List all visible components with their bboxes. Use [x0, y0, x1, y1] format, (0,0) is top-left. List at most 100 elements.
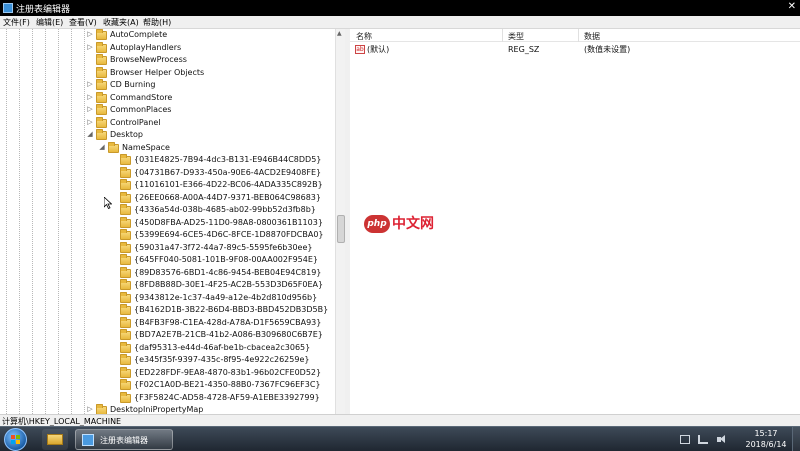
tree-guide-line — [84, 29, 85, 414]
mouse-cursor-icon — [103, 196, 113, 211]
folder-open-icon — [108, 141, 119, 153]
regedit-app-icon — [3, 3, 13, 13]
folder-icon — [120, 166, 131, 178]
tree-node-label: {ED228FDF-9EA8-4870-83b1-96b02CFE0D52} — [134, 367, 322, 377]
folder-icon — [120, 341, 131, 353]
tree-node-label: {F3F5824C-AD58-4728-AF59-A1EBE3392799} — [134, 392, 320, 402]
watermark-badge: php — [364, 215, 390, 233]
collapse-arrow-icon[interactable]: ◢ — [98, 143, 106, 151]
taskbar-regedit-button[interactable]: 注册表编辑器 — [75, 429, 173, 450]
folder-icon — [120, 354, 131, 365]
folder-icon — [96, 79, 107, 90]
taskbar-app-label: 注册表编辑器 — [100, 436, 148, 445]
show-desktop-button[interactable] — [792, 427, 800, 451]
folder-icon — [96, 54, 107, 65]
status-bar: 计算机\HKEY_LOCAL_MACHINE — [0, 414, 800, 426]
title-bar: 注册表编辑器 ✕ — [0, 0, 800, 16]
expand-arrow-icon[interactable]: ▷ — [86, 93, 94, 101]
registry-tree[interactable]: ▷ AutoComplete ▷ AutoplayHandlers BrowseNe… — [0, 29, 345, 414]
tree-guide-line — [19, 29, 20, 414]
folder-icon — [120, 316, 131, 328]
menu-favorites[interactable]: 收藏夹(A) — [103, 17, 139, 28]
tree-node-label: {e345f35f-9397-435c-8f95-4e922c26259e} — [134, 355, 310, 364]
value-name: (默认) — [367, 45, 390, 54]
volume-icon[interactable] — [717, 435, 727, 444]
tree-node-label: {B4FB3F98-C1EA-428d-A78A-D1F5659CBA93} — [134, 317, 322, 327]
start-button[interactable] — [4, 428, 27, 451]
explorer-folder-icon — [47, 434, 63, 445]
menu-bar: 文件(F) 编辑(E) 查看(V) 收藏夹(A) 帮助(H) — [0, 16, 800, 29]
expand-arrow-icon[interactable]: ▷ — [86, 105, 94, 113]
column-header-data[interactable]: 数据 — [584, 31, 600, 42]
tree-node-label: {daf95313-e44d-46af-be1b-cbacea2c3065} — [134, 342, 311, 352]
expand-arrow-icon[interactable]: ▷ — [86, 118, 94, 126]
collapse-arrow-icon[interactable]: ◢ — [86, 130, 94, 138]
taskbar: 注册表编辑器 15:17 2018/6/14 — [0, 426, 800, 451]
tree-node-label: {59031a47-3f72-44a7-89c5-5595fe6b30ee} — [134, 242, 313, 252]
folder-icon — [120, 266, 131, 278]
list-headers: 名称 类型 数据 — [350, 29, 800, 42]
tree-node-label: {B4162D1B-3B22-B6D4-BBD3-BBD452DB3D5B} — [134, 305, 329, 314]
tree-guide-line — [45, 29, 46, 414]
folder-icon — [120, 366, 131, 378]
column-header-name[interactable]: 名称 — [356, 31, 372, 42]
tree-guide-line — [71, 29, 72, 414]
tree-node-label: {645FF040-5081-101B-9F08-00AA002F954E} — [134, 255, 318, 264]
folder-icon — [96, 66, 107, 78]
network-icon[interactable] — [698, 435, 708, 444]
folder-icon — [96, 91, 107, 103]
tree-node-label: {031E4825-7B94-4dc3-B131-E946B44C8DD5} — [134, 155, 322, 164]
tree-node-label: {450D8FBA-AD25-11D0-98A8-0800361B1103} — [134, 217, 323, 227]
folder-icon — [120, 204, 131, 215]
tree-guide-line — [6, 29, 7, 414]
clock-date[interactable]: 2018/6/14 — [745, 440, 787, 449]
folder-icon — [120, 154, 131, 165]
expand-arrow-icon[interactable]: ▷ — [86, 43, 94, 51]
folder-icon — [96, 116, 107, 128]
windows-logo-icon — [11, 435, 21, 445]
scrollbar-thumb[interactable] — [337, 215, 345, 243]
expand-arrow-icon[interactable]: ▷ — [86, 80, 94, 88]
column-header-type[interactable]: 类型 — [508, 31, 524, 42]
folder-icon — [120, 241, 131, 253]
folder-icon — [120, 229, 131, 240]
folder-icon — [120, 291, 131, 303]
column-divider[interactable] — [578, 29, 579, 42]
menu-help[interactable]: 帮助(H) — [143, 17, 171, 28]
scroll-up-icon[interactable]: ▲ — [337, 30, 342, 37]
window-title: 注册表编辑器 — [16, 5, 71, 15]
folder-icon — [120, 179, 131, 190]
expand-arrow-icon[interactable]: ▷ — [86, 405, 94, 413]
value-row[interactable]: ab (默认) REG_SZ (数值未设置) — [350, 44, 800, 56]
taskbar-explorer-button[interactable] — [42, 429, 68, 450]
folder-icon — [96, 104, 107, 115]
action-center-icon[interactable] — [680, 435, 690, 444]
tree-node-label: {11016101-E366-4D22-BC06-4ADA335C892B} — [134, 180, 323, 189]
value-type: REG_SZ — [508, 45, 540, 54]
clock-time[interactable]: 15:17 — [745, 429, 787, 438]
tree-scrollbar[interactable]: ▲ — [335, 29, 345, 414]
value-data: (数值未设置) — [584, 45, 631, 54]
folder-icon — [120, 379, 131, 390]
menu-edit[interactable]: 编辑(E) — [36, 17, 63, 28]
folder-icon — [120, 329, 131, 340]
menu-file[interactable]: 文件(F) — [3, 17, 30, 28]
tree-node-label: {26EE0668-A00A-44D7-9371-BEB064C98683} — [134, 192, 321, 202]
column-divider[interactable] — [502, 29, 503, 42]
tree-node-label: {4336a54d-038b-4685-ab02-99bb52d3fb8b} — [134, 205, 316, 214]
string-value-icon: ab — [355, 45, 365, 54]
close-window-button[interactable]: ✕ — [756, 1, 796, 15]
folder-icon — [120, 391, 131, 403]
folder-icon — [120, 254, 131, 265]
tree-node-label: {04731B67-D933-450a-90E6-4ACD2E9408FE} — [134, 167, 322, 177]
tree-node-label: {8FD8B88D-30E1-4F25-AC2B-553D3D65F0EA} — [134, 280, 324, 289]
regedit-icon — [82, 434, 94, 446]
folder-icon — [120, 191, 131, 203]
tree-node-label: {5399E694-6CE5-4D6C-8FCE-1D8870FDCBA0} — [134, 230, 324, 239]
folder-icon — [120, 216, 131, 228]
folder-open-icon — [96, 129, 107, 140]
menu-view[interactable]: 查看(V) — [69, 17, 97, 28]
folder-icon — [96, 404, 107, 414]
expand-arrow-icon[interactable]: ▷ — [86, 30, 94, 38]
tree-guide-line — [32, 29, 33, 414]
